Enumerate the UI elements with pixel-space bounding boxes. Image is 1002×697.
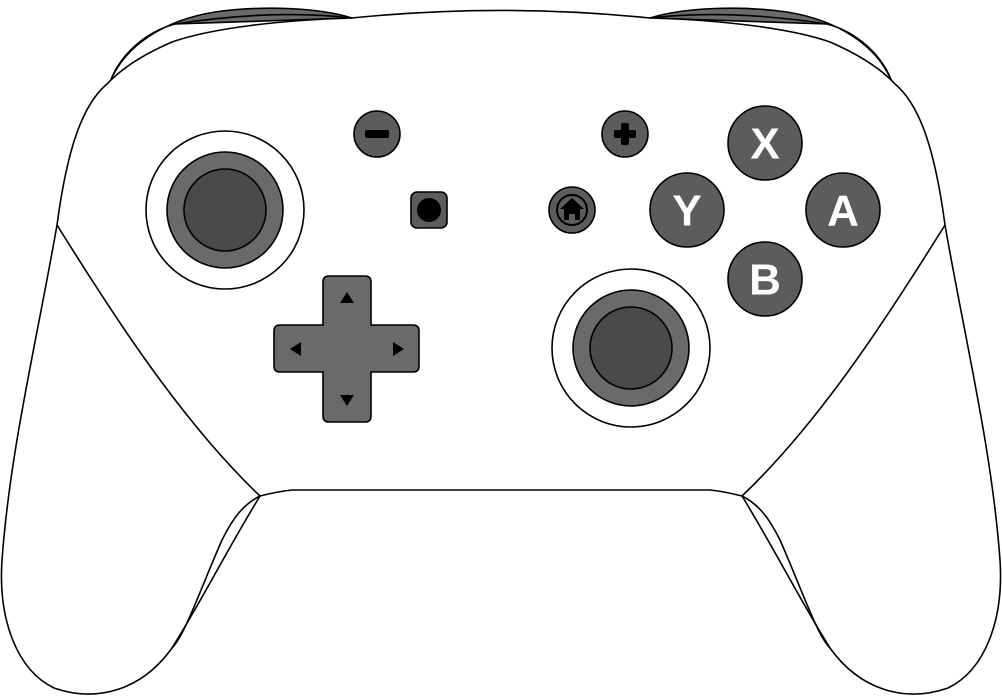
y-button[interactable]: Y <box>649 172 725 248</box>
capture-button[interactable] <box>410 191 448 229</box>
home-button[interactable] <box>548 186 596 234</box>
b-button-label: B <box>749 256 781 305</box>
left-analog-stick[interactable] <box>145 130 305 290</box>
minus-button[interactable] <box>353 110 401 158</box>
plus-button[interactable] <box>601 110 649 158</box>
right-stick-cap <box>589 306 673 390</box>
capture-dot-icon <box>417 198 441 222</box>
a-button-label: A <box>827 187 859 236</box>
x-button[interactable]: X <box>727 105 803 181</box>
bottom-inner-contour <box>171 495 831 649</box>
pro-controller-diagram: X A Y B <box>0 7 1002 695</box>
y-button-label: Y <box>672 187 701 236</box>
a-button[interactable]: A <box>805 172 881 248</box>
left-stick-cap <box>183 168 267 252</box>
x-button-label: X <box>750 120 779 169</box>
right-analog-stick[interactable] <box>551 268 711 428</box>
b-button[interactable]: B <box>727 241 803 317</box>
controller-body <box>0 9 1002 695</box>
minus-icon <box>365 130 389 138</box>
